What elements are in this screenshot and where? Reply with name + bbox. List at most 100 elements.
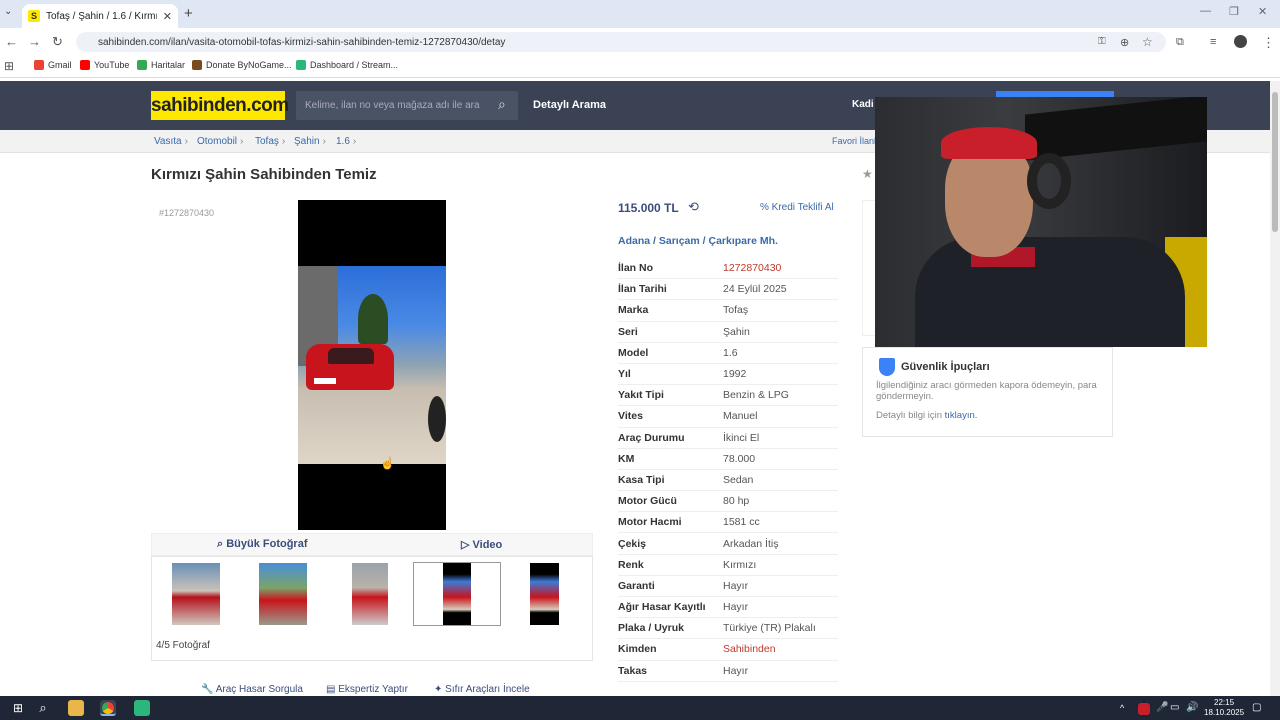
detail-key: Model (618, 346, 649, 359)
breadcrumb-item[interactable]: Şahin › (294, 136, 326, 147)
site-logo[interactable]: sahibinden.com (151, 91, 289, 120)
search-input[interactable]: Kelime, ilan no veya mağaza adı ile ara (296, 91, 518, 120)
forward-icon[interactable]: → (28, 34, 41, 49)
back-icon[interactable]: ← (5, 34, 18, 49)
gmail-icon (34, 60, 44, 70)
detail-value: Kırmızı (723, 558, 757, 571)
menu-icon[interactable]: ⋮ (1262, 35, 1275, 51)
extensions-icon[interactable]: ⧉ (1176, 36, 1184, 49)
tray-app-icon[interactable] (1138, 703, 1150, 715)
breadcrumb-item[interactable]: Otomobil › (197, 136, 243, 147)
detail-row: Motor Hacmi 1581 cc (618, 512, 838, 534)
tab-search-icon[interactable]: ⌄ (4, 6, 12, 17)
bookmark-maps[interactable]: Haritalar (137, 60, 185, 70)
app-icon[interactable] (134, 700, 150, 716)
detail-key: Marka (618, 304, 649, 317)
damage-check-link[interactable]: 🔧 Araç Hasar Sorgula (201, 684, 303, 695)
dashboard-icon (296, 60, 306, 70)
thumbnail-3[interactable] (352, 563, 388, 625)
thumbnail-2[interactable] (259, 563, 307, 625)
active-tab[interactable]: S Tofaş / Şahin / 1.6 / Kırmızı Şahi ✕ (22, 4, 178, 28)
detail-key: Motor Gücü (618, 495, 677, 508)
expertise-link[interactable]: ▤ Ekspertiz Yaptır (326, 684, 408, 695)
network-icon[interactable]: ▭ (1170, 700, 1186, 716)
thumbnail-1[interactable] (172, 563, 220, 625)
location-neighborhood[interactable]: Çarkıpare Mh. (709, 235, 778, 247)
tray-chevron-icon[interactable]: ^ (1120, 700, 1136, 716)
detail-value[interactable]: Sahibinden (723, 643, 776, 655)
detail-value: 1992 (723, 368, 747, 381)
detail-row: Marka Tofaş (618, 300, 838, 322)
bookmark-bynogame[interactable]: Donate ByNoGame... (192, 60, 292, 70)
detail-value: Şahin (723, 325, 750, 338)
photo-plate (314, 378, 336, 384)
restore-icon[interactable]: ❐ (1229, 5, 1239, 18)
location-city[interactable]: Adana (618, 235, 650, 247)
thumbnail-4-selected[interactable] (413, 562, 501, 626)
favorite-star-icon[interactable]: ★ (862, 167, 873, 181)
bookmark-dashboard[interactable]: Dashboard / Stream... (296, 60, 398, 70)
clock[interactable]: 22:15 18.10.2025 (1204, 698, 1244, 718)
detail-value: Tofaş (723, 304, 749, 317)
detail-key: Yakıt Tipi (618, 389, 664, 402)
breadcrumb-item[interactable]: 1.6 › (336, 136, 356, 147)
file-explorer-icon[interactable] (68, 700, 84, 716)
new-tab-icon[interactable]: + (184, 5, 193, 22)
zoom-icon[interactable]: ⊕ (1120, 36, 1129, 49)
address-bar[interactable]: sahibinden.com/ilan/vasita-otomobil-tofa… (76, 32, 1166, 52)
chrome-icon[interactable] (100, 700, 116, 716)
safety-more-link[interactable]: tıklayın. (945, 410, 978, 421)
video-button[interactable]: ▷ Video (461, 538, 502, 551)
webcam-overlay (875, 97, 1207, 347)
breadcrumb-item[interactable]: Vasıta › (154, 136, 188, 147)
new-cars-link[interactable]: ✦ Sıfır Araçları İncele (434, 684, 530, 695)
apps-grid-icon[interactable]: ⊞ (4, 59, 14, 73)
location-district[interactable]: Sarıçam (659, 235, 700, 247)
detail-value: 1.6 (723, 346, 738, 359)
detail-row: Kimden Sahibinden (618, 639, 838, 661)
big-photo-button[interactable]: ⌕ Büyük Fotoğraf (217, 538, 308, 551)
details-table: İlan No 1272870430 İlan Tarihi 24 Eylül 202… (618, 258, 838, 682)
thumbnail-5[interactable] (530, 563, 559, 625)
volume-icon[interactable]: 🔊 (1186, 700, 1202, 716)
detail-key: Motor Hacmi (618, 516, 682, 529)
detail-row: KM 78.000 (618, 449, 838, 470)
price-history-icon[interactable]: ⟲ (688, 199, 699, 215)
close-tab-icon[interactable]: ✕ (163, 10, 172, 23)
chrome-logo (102, 702, 114, 714)
detail-row: Araç Durumu İkinci El (618, 428, 838, 449)
mouse-cursor-icon: ☝ (380, 456, 395, 470)
start-icon[interactable]: ⊞ (10, 700, 26, 716)
advanced-search-link[interactable]: Detaylı Arama (533, 99, 606, 111)
bookmark-star-icon[interactable]: ☆ (1142, 35, 1153, 49)
profile-avatar[interactable] (1234, 35, 1247, 48)
detail-row: Çekiş Arkadan İtiş (618, 533, 838, 555)
safety-more: Detaylı bilgi için tıklayın. (876, 410, 978, 421)
user-link[interactable]: Kadi (852, 99, 874, 110)
url-text: sahibinden.com/ilan/vasita-otomobil-tofa… (98, 36, 506, 48)
reload-icon[interactable]: ↻ (52, 34, 63, 50)
search-taskbar-icon[interactable]: ⌕ (35, 700, 51, 716)
clock-time: 22:15 (1214, 698, 1235, 707)
favorites-link[interactable]: Favori İlanl (832, 136, 876, 146)
detail-row: Ağır Hasar Kayıtlı Hayır (618, 597, 838, 619)
minimize-icon[interactable]: — (1200, 5, 1211, 17)
notification-icon[interactable]: ▢ (1252, 700, 1268, 716)
credit-offer-link[interactable]: % Kredi Teklifi Al (760, 202, 834, 213)
detail-row: İlan No 1272870430 (618, 258, 838, 280)
media-icon[interactable]: ≡ (1210, 36, 1216, 48)
search-icon[interactable]: ⌕ (498, 96, 506, 113)
breadcrumb-item[interactable]: Tofaş › (255, 136, 285, 147)
scrollbar-thumb[interactable] (1272, 92, 1278, 232)
detail-value: Benzin & LPG (723, 389, 789, 402)
play-icon: ▷ (461, 539, 473, 551)
detail-value[interactable]: 1272870430 (723, 262, 781, 274)
detail-key: Yıl (618, 368, 631, 381)
detail-key: Vites (618, 410, 643, 423)
seller-box (862, 200, 876, 336)
bookmark-gmail[interactable]: Gmail (34, 60, 72, 70)
close-window-icon[interactable]: ✕ (1258, 5, 1267, 18)
main-photo[interactable] (298, 200, 446, 530)
password-key-icon[interactable]: ⚿ (1098, 36, 1106, 47)
bookmark-youtube[interactable]: YouTube (80, 60, 129, 70)
